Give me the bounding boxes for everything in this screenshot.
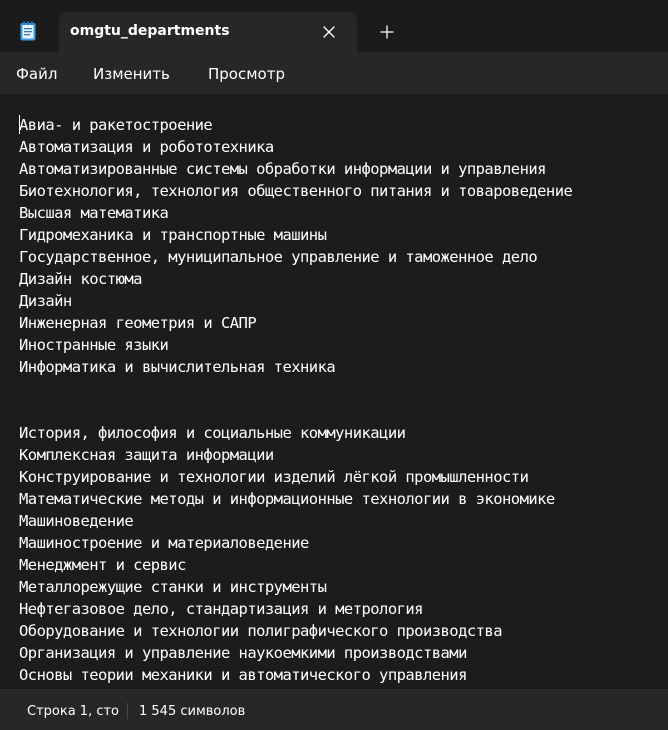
text-line: Автоматизация и робототехника bbox=[19, 138, 274, 156]
text-line: Авиа- и ракетостроение bbox=[19, 116, 213, 134]
status-cursor-position: Строка 1, столбец 1 bbox=[27, 704, 119, 719]
plus-icon[interactable] bbox=[379, 24, 395, 40]
status-char-count: 1 545 символов bbox=[139, 704, 246, 719]
text-caret bbox=[19, 115, 20, 134]
tab-omgtu-departments[interactable]: omgtu_departments bbox=[59, 12, 357, 52]
text-line: Дизайн bbox=[19, 292, 72, 310]
text-line: Информатика и вычислительная техника bbox=[19, 358, 336, 376]
editor-lines: Авиа- и ракетостроение Автоматизация и ро… bbox=[19, 114, 573, 686]
text-line: Высшая математика bbox=[19, 204, 169, 222]
text-line: Комплексная защита информации bbox=[19, 446, 274, 464]
text-line: Оборудование и технологии полиграфическо… bbox=[19, 622, 503, 640]
menu-bar: Файл Изменить Просмотр bbox=[0, 52, 668, 94]
notepad-icon bbox=[20, 21, 36, 41]
text-editor[interactable]: Авиа- и ракетостроение Автоматизация и ро… bbox=[0, 94, 668, 689]
text-line: Автоматизированные системы обработки инф… bbox=[19, 160, 546, 178]
text-line: Менеджмент и сервис bbox=[19, 556, 186, 574]
tab-title: omgtu_departments bbox=[70, 23, 230, 39]
status-divider bbox=[127, 703, 128, 719]
text-line: История, философия и социальные коммуник… bbox=[19, 424, 406, 442]
text-line: Дизайн костюма bbox=[19, 270, 143, 288]
text-line: Инженерная геометрия и САПР bbox=[19, 314, 257, 332]
notepad-window: omgtu_departments Файл Изменить Просмотр… bbox=[0, 0, 668, 730]
text-line: Нефтегазовое дело, стандартизация и метр… bbox=[19, 600, 424, 618]
text-line bbox=[19, 378, 572, 400]
title-bar: omgtu_departments bbox=[0, 0, 668, 52]
text-line: Биотехнология, технология общественного … bbox=[19, 182, 573, 200]
status-bar: Строка 1, столбец 1 1 545 символов bbox=[0, 689, 668, 730]
text-line bbox=[19, 400, 572, 422]
text-line: Конструирование и технологии изделий лёг… bbox=[19, 468, 529, 486]
menu-edit[interactable]: Изменить bbox=[93, 65, 170, 83]
text-line: Математические методы и информационные т… bbox=[19, 490, 555, 508]
text-line: Организация и управление наукоемкими про… bbox=[19, 644, 467, 662]
text-line: Машиностроение и материаловедение bbox=[19, 534, 309, 552]
menu-file[interactable]: Файл bbox=[16, 65, 57, 83]
text-line: Иностранные языки bbox=[19, 336, 169, 354]
menu-view[interactable]: Просмотр bbox=[208, 65, 285, 83]
text-line: Государственное, муниципальное управлени… bbox=[19, 248, 538, 266]
text-line: Металлорежущие станки и инструменты bbox=[19, 578, 327, 596]
close-icon[interactable] bbox=[321, 24, 337, 40]
text-line: Основы теории механики и автоматического… bbox=[19, 666, 467, 684]
text-line: Машиноведение bbox=[19, 512, 134, 530]
text-line: Гидромеханика и транспортные машины bbox=[19, 226, 327, 244]
